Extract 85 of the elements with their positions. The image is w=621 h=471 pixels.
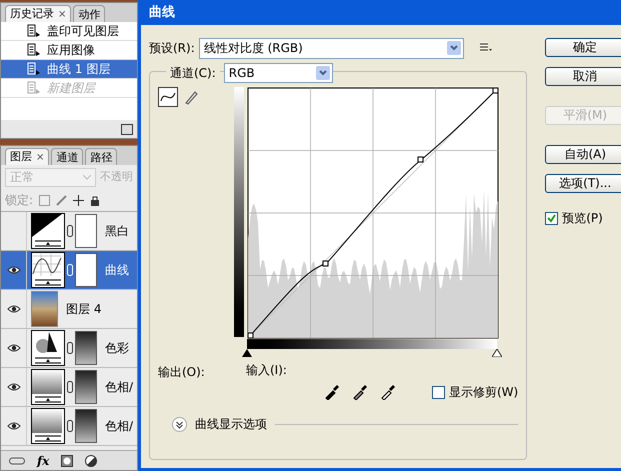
eye-icon[interactable] [6, 383, 20, 391]
eyedropper-icon[interactable] [380, 384, 396, 400]
preset-label: 预设(R): [149, 40, 195, 57]
channel-select[interactable]: RGB [224, 63, 333, 83]
lock-icon[interactable] [90, 194, 100, 206]
eyedropper-icon[interactable] [324, 384, 340, 400]
preview-label: 预览(P) [562, 210, 603, 227]
show-clipping-checkbox[interactable] [432, 386, 445, 398]
dropdown-caret-icon [316, 66, 330, 80]
eyedropper-icon[interactable] [352, 384, 368, 400]
document-icon [27, 62, 41, 76]
adjustment-thumbnail-icon [31, 369, 65, 405]
layer-name: 色彩 [105, 340, 129, 357]
preview-checkbox[interactable] [545, 212, 558, 224]
layer-row[interactable]: 黑白 [1, 212, 137, 251]
new-snapshot-icon[interactable] [121, 124, 133, 134]
brush-icon[interactable] [56, 194, 68, 206]
show-clipping-label: 显示修剪(W) [449, 384, 518, 401]
layer-mask-thumbnail [75, 331, 97, 365]
layer-mask-thumbnail [75, 409, 97, 443]
history-item-label: 盖印可见图层 [47, 23, 119, 40]
highlight-slider-handle[interactable] [492, 349, 502, 357]
layer-mask-thumbnail [75, 253, 97, 287]
history-item[interactable]: 曲线 1 图层 [1, 60, 137, 79]
document-icon [27, 81, 41, 95]
input-label: 输入(I): [246, 362, 288, 379]
link-icon[interactable] [67, 342, 73, 354]
dialog-title: 曲线 [149, 4, 175, 22]
layer-row[interactable]: 曲线 [1, 251, 137, 290]
eye-icon[interactable] [6, 344, 20, 352]
opacity-label: 不透明 [100, 168, 133, 185]
layer-name: 曲线 [105, 262, 129, 279]
layer-name: 色相/ [105, 379, 134, 396]
dropdown-caret-icon [446, 41, 461, 55]
curve-tool-icon[interactable] [158, 87, 178, 107]
link-layers-icon[interactable] [9, 456, 25, 464]
document-icon [27, 43, 41, 57]
preset-select[interactable]: 线性对比度 (RGB) [198, 38, 464, 58]
panel-tab[interactable]: 动作 [73, 5, 106, 22]
link-icon[interactable] [67, 381, 73, 393]
eye-icon[interactable] [6, 305, 20, 313]
fx-icon[interactable]: fx [37, 452, 50, 470]
channel-label: 通道(C): [166, 64, 220, 82]
document-icon [27, 24, 41, 38]
layer-row[interactable]: 色相/ [1, 368, 137, 407]
adjustment-layer-icon[interactable] [85, 454, 98, 466]
layer-mask-thumbnail [75, 214, 97, 248]
layer-name: 黑白 [105, 223, 129, 240]
pencil-icon[interactable] [184, 89, 198, 105]
layer-name: 图层 4 [66, 301, 102, 318]
history-item[interactable]: 盖印可见图层 [1, 22, 137, 41]
layer-name: 色相/ [105, 418, 134, 435]
history-item-label: 曲线 1 图层 [47, 61, 110, 78]
expand-icon[interactable] [172, 416, 187, 432]
panel-tab[interactable]: 路径 [85, 148, 118, 165]
panel-tab[interactable]: 历史记录 × [5, 5, 72, 22]
link-icon[interactable] [67, 225, 73, 237]
dialog-button[interactable]: 取消 [545, 67, 621, 86]
history-item-label: 应用图像 [47, 42, 95, 59]
adjustment-thumbnail-icon [31, 213, 65, 249]
eye-icon[interactable] [6, 266, 20, 274]
lock-label: 锁定: [5, 192, 34, 209]
dialog-button[interactable]: 选项(T)... [545, 174, 621, 193]
layer-row[interactable]: 图层 4 [1, 290, 137, 329]
adjustment-thumbnail-icon [31, 252, 65, 288]
eye-icon[interactable] [6, 422, 20, 430]
mask-icon[interactable] [61, 454, 74, 466]
link-icon[interactable] [67, 420, 73, 432]
panel-tab[interactable]: 通道 [51, 148, 84, 165]
panel-tab[interactable]: 图层 × [5, 148, 50, 165]
dialog-button[interactable]: 自动(A) [545, 145, 621, 164]
shadow-slider-handle[interactable] [242, 349, 252, 357]
preset-menu-icon[interactable] [480, 43, 492, 53]
dialog-button[interactable]: 确定 [545, 38, 621, 57]
output-label: 输出(O): [158, 364, 206, 381]
move-icon[interactable] [73, 194, 84, 206]
display-options-label[interactable]: 曲线显示选项 [195, 415, 267, 433]
layer-row[interactable]: 色彩 [1, 329, 137, 368]
adjustment-thumbnail-icon [31, 408, 65, 444]
adjustment-thumbnail-icon [31, 330, 65, 366]
photo-placeholder [31, 291, 58, 327]
layer-row[interactable]: 色相/ [1, 407, 137, 446]
layer-mask-thumbnail [75, 370, 97, 404]
history-item-label: 新建图层 [47, 80, 95, 97]
dropdown-caret-icon [83, 174, 91, 180]
